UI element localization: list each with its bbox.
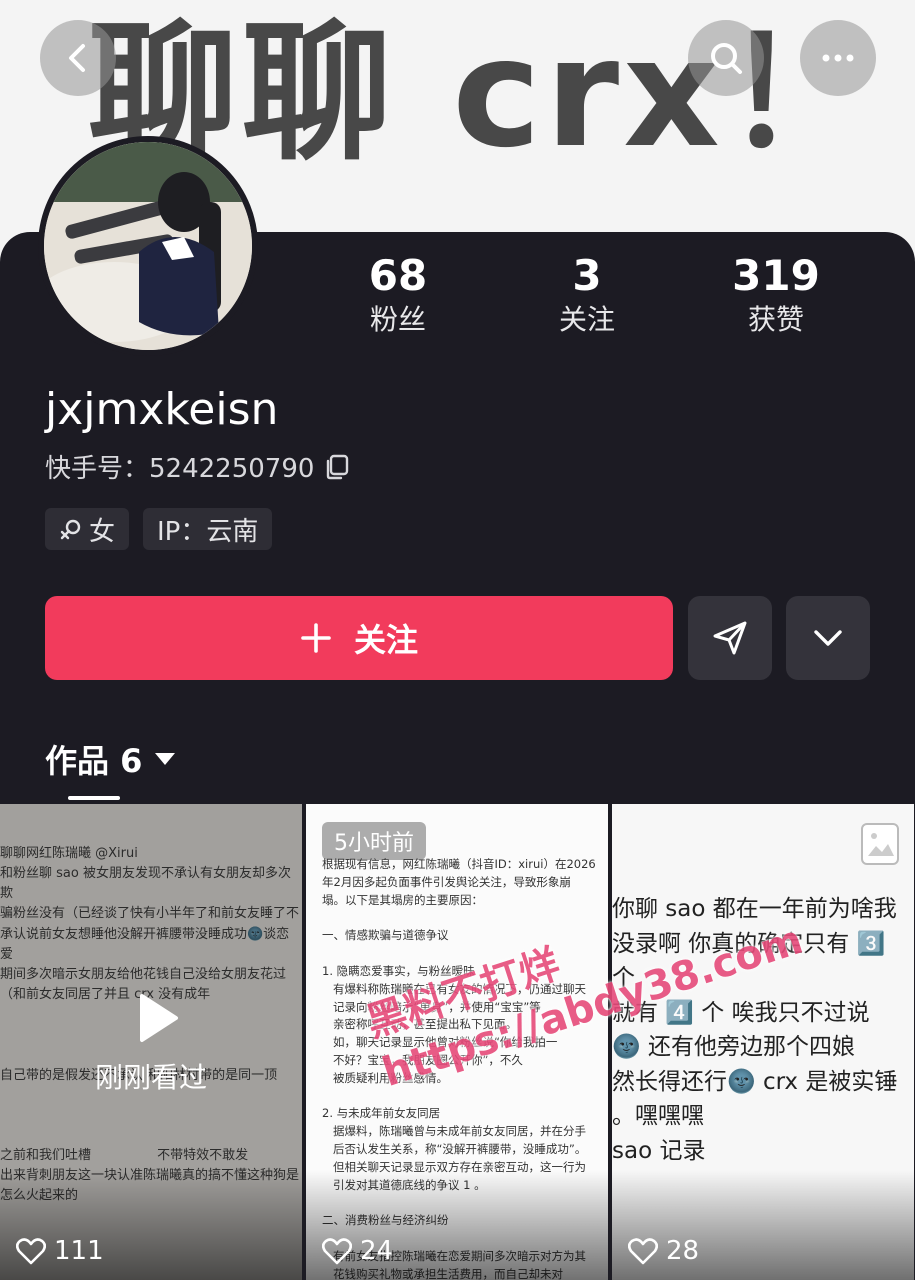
- stat-label: 关注: [558, 303, 615, 336]
- likes-count: 24: [360, 1236, 394, 1266]
- avatar-image: [44, 142, 252, 350]
- ip-tag: IP：云南: [143, 508, 273, 550]
- stat-label: 粉丝: [369, 303, 426, 336]
- stat-value: 319: [732, 251, 820, 300]
- post-likes: 111: [16, 1236, 104, 1266]
- more-button[interactable]: [800, 20, 876, 96]
- tab-works[interactable]: 作品 6: [45, 736, 176, 782]
- female-icon: [60, 519, 81, 540]
- stat-following[interactable]: 3 关注: [507, 252, 667, 340]
- tab-indicator: [68, 796, 120, 800]
- search-button[interactable]: [688, 20, 764, 96]
- heart-icon: [16, 1238, 46, 1265]
- more-dots-icon: [822, 54, 854, 62]
- post-time-badge: 5小时前: [322, 822, 426, 860]
- caret-down-icon: [155, 753, 176, 765]
- play-icon: [140, 994, 178, 1042]
- likes-count: 111: [54, 1236, 104, 1266]
- profile-tags: 女 IP：云南: [45, 508, 273, 550]
- user-id: 快手号：5242250790: [45, 454, 315, 484]
- stat-fans[interactable]: 68 粉丝: [318, 252, 478, 340]
- post-likes: 28: [628, 1236, 699, 1266]
- post-card[interactable]: 聊聊网红陈瑞曦 @Xirui 和粉丝聊 sao 被女朋友发现不承认有女朋友却多次…: [0, 804, 302, 1280]
- avatar[interactable]: [38, 136, 258, 356]
- search-icon: [711, 43, 742, 74]
- image-icon: [861, 823, 899, 865]
- back-button[interactable]: [40, 20, 116, 96]
- gender-tag: 女: [45, 508, 130, 550]
- plus-icon: [301, 623, 331, 653]
- gender-label: 女: [89, 516, 116, 547]
- send-icon: [713, 621, 747, 655]
- likes-count: 28: [666, 1236, 700, 1266]
- stat-likes[interactable]: 319 获赞: [696, 252, 856, 340]
- follow-button[interactable]: 关注: [45, 596, 673, 680]
- recently-viewed-label: 刚刚看过: [94, 1061, 207, 1094]
- heart-icon: [628, 1238, 658, 1265]
- dropdown-button[interactable]: [786, 596, 870, 680]
- stat-value: 3: [572, 251, 602, 300]
- follow-label: 关注: [353, 621, 418, 659]
- stat-label: 获赞: [747, 303, 804, 336]
- chevron-left-icon: [69, 44, 85, 72]
- chevron-down-icon: [814, 630, 842, 646]
- post-likes: 24: [322, 1236, 393, 1266]
- ip-label: IP：云南: [157, 516, 259, 547]
- heart-icon: [322, 1238, 352, 1265]
- tab-works-label: 作品 6: [45, 742, 143, 780]
- copy-icon[interactable]: [324, 454, 350, 480]
- username: jxjmxkeisn: [45, 384, 279, 435]
- stat-value: 68: [368, 251, 428, 300]
- message-button[interactable]: [688, 596, 772, 680]
- user-id-row: 快手号：5242250790: [45, 448, 350, 485]
